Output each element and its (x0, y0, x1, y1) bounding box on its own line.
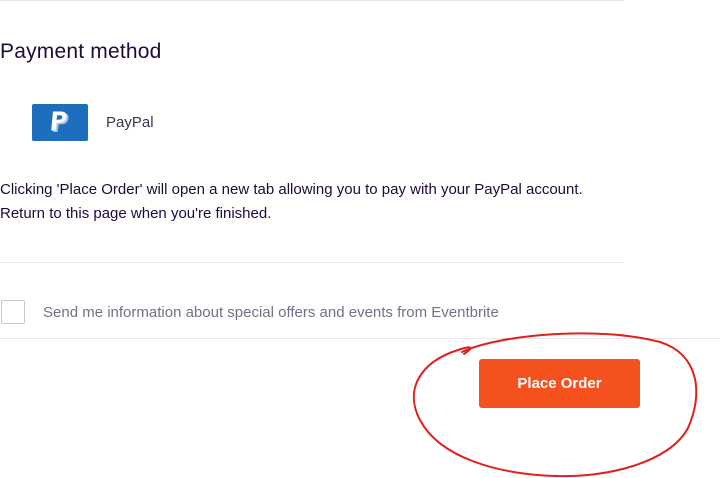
divider (0, 262, 624, 263)
paypal-icon (32, 104, 88, 141)
divider (0, 0, 624, 1)
footer-divider (0, 338, 720, 339)
paypal-instructions-line: Clicking 'Place Order' will open a new t… (0, 181, 583, 198)
place-order-button[interactable]: Place Order (479, 359, 640, 408)
paypal-instructions: Clicking 'Place Order' will open a new t… (0, 178, 640, 226)
payment-option-paypal[interactable]: PayPal (32, 104, 154, 141)
checkout-panel: Payment method PayPal Clicking 'Place Or… (0, 0, 720, 478)
marketing-optin-checkbox[interactable] (1, 300, 25, 324)
paypal-instructions-line: Return to this page when you're finished… (0, 205, 272, 222)
marketing-optin-label[interactable]: Send me information about special offers… (43, 304, 499, 321)
paypal-label: PayPal (106, 114, 154, 131)
payment-method-title: Payment method (0, 40, 162, 63)
marketing-optin: Send me information about special offers… (0, 300, 499, 324)
